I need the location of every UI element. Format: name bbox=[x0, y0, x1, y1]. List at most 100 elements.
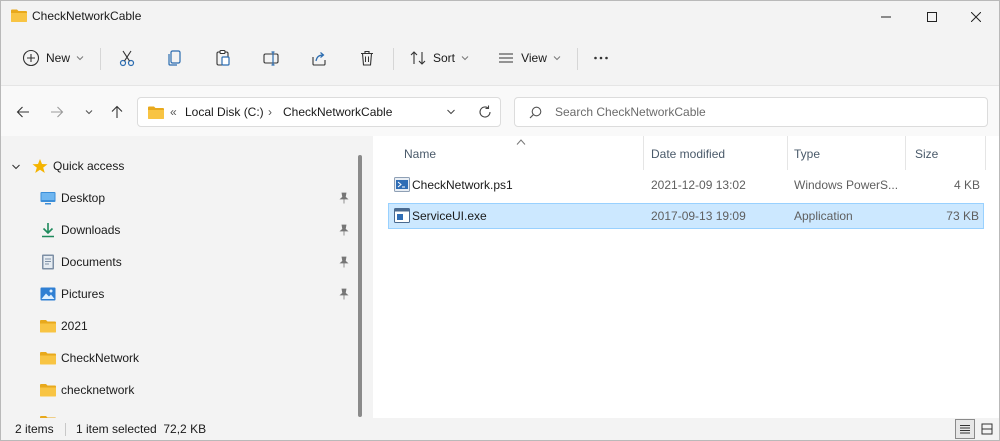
search-box[interactable]: Search CheckNetworkCable bbox=[514, 97, 988, 127]
download-icon bbox=[42, 223, 54, 238]
column-header-label: Date modified bbox=[651, 147, 726, 161]
folder-icon bbox=[40, 320, 56, 333]
pin-icon[interactable] bbox=[338, 192, 350, 204]
table-row[interactable]: CheckNetwork.ps1 2021-12-09 13:02 Window… bbox=[388, 172, 984, 198]
explorer-window: CheckNetworkCable New Sort View « Local … bbox=[0, 0, 1000, 441]
toolbar-separator bbox=[577, 48, 578, 70]
sidebar-item-label: Documents bbox=[61, 255, 122, 269]
tiles-view-button[interactable] bbox=[977, 419, 997, 439]
status-bar: 2 items 1 item selected 72,2 KB bbox=[1, 418, 999, 440]
new-button[interactable]: New bbox=[15, 44, 91, 72]
share-button[interactable] bbox=[307, 44, 331, 72]
item-count: 2 items bbox=[15, 422, 54, 436]
status-separator bbox=[65, 423, 66, 436]
column-header-size[interactable]: Size bbox=[915, 136, 986, 170]
sidebar-item-label: Quick access bbox=[53, 159, 125, 173]
sidebar-item-label: Desktop bbox=[61, 191, 106, 205]
clipboard-icon bbox=[216, 49, 230, 66]
recent-locations-button[interactable] bbox=[79, 102, 99, 122]
sidebar-item-documents[interactable]: Documents bbox=[1, 246, 357, 278]
column-header-label: Size bbox=[915, 147, 939, 161]
more-dots-icon bbox=[594, 56, 608, 60]
minimize-icon bbox=[881, 16, 891, 17]
file-type: Windows PowerS... bbox=[794, 178, 899, 192]
file-name: ServiceUI.exe bbox=[412, 209, 487, 223]
details-view-button[interactable] bbox=[955, 419, 975, 439]
view-button[interactable]: View bbox=[494, 44, 564, 72]
file-date: 2017-09-13 19:09 bbox=[651, 209, 746, 223]
delete-button[interactable] bbox=[355, 44, 379, 72]
folder-icon bbox=[148, 106, 164, 119]
file-size: 73 KB bbox=[946, 209, 979, 223]
pin-icon[interactable] bbox=[338, 256, 350, 268]
chevron-down-icon[interactable] bbox=[446, 107, 456, 117]
trash-icon bbox=[361, 50, 373, 66]
chevron-down-icon bbox=[553, 56, 561, 61]
up-button[interactable] bbox=[107, 102, 127, 122]
rename-icon bbox=[263, 51, 279, 66]
more-options-button[interactable] bbox=[589, 44, 613, 72]
file-size: 4 KB bbox=[953, 178, 980, 192]
file-type: Application bbox=[794, 209, 853, 223]
sidebar-scrollbar[interactable] bbox=[358, 155, 362, 417]
sidebar-item-label: Downloads bbox=[61, 223, 121, 237]
sidebar-item-pictures[interactable]: Pictures bbox=[1, 278, 357, 310]
cut-button[interactable] bbox=[115, 44, 139, 72]
arrow-left-icon bbox=[16, 106, 29, 118]
desktop-icon bbox=[40, 192, 56, 205]
breadcrumb-checknetworkcable[interactable]: CheckNetworkCable bbox=[283, 105, 392, 119]
plus-circle-icon bbox=[22, 49, 40, 67]
breadcrumb-overflow[interactable]: « bbox=[170, 105, 177, 119]
file-list: Name Date modified Type Size CheckNetwor… bbox=[373, 136, 999, 418]
rename-button[interactable] bbox=[259, 44, 283, 72]
breadcrumb-local-disk[interactable]: Local Disk (C:) bbox=[185, 105, 264, 119]
close-button[interactable] bbox=[953, 1, 999, 32]
forward-button[interactable] bbox=[47, 102, 67, 122]
pin-icon[interactable] bbox=[338, 288, 350, 300]
sidebar-item-desktop[interactable]: Desktop bbox=[1, 182, 357, 214]
copy-button[interactable] bbox=[163, 44, 187, 72]
folder-icon bbox=[11, 9, 27, 22]
share-icon bbox=[312, 52, 326, 66]
address-bar[interactable]: « Local Disk (C:) › CheckNetworkCable bbox=[137, 97, 501, 127]
sidebar-item-quick-access[interactable]: Quick access bbox=[1, 150, 357, 182]
toolbar-separator bbox=[393, 48, 394, 70]
column-header-date-modified[interactable]: Date modified bbox=[651, 136, 788, 170]
folder-icon bbox=[40, 384, 56, 397]
column-header-name[interactable]: Name bbox=[404, 136, 644, 170]
column-header-type[interactable]: Type bbox=[794, 136, 906, 170]
column-header-label: Type bbox=[794, 147, 821, 161]
new-label: New bbox=[45, 51, 70, 65]
chevron-down-icon[interactable] bbox=[11, 162, 21, 172]
arrow-right-icon bbox=[51, 106, 64, 118]
view-label: View bbox=[521, 51, 547, 65]
maximize-button[interactable] bbox=[909, 1, 955, 32]
pin-icon[interactable] bbox=[338, 224, 350, 236]
sidebar-item-label: checknetwork bbox=[61, 383, 135, 397]
sidebar-item-checknetwork-lower[interactable]: checknetwork bbox=[1, 374, 357, 406]
sort-button[interactable]: Sort bbox=[406, 44, 472, 72]
back-button[interactable] bbox=[13, 102, 33, 122]
table-row-selected[interactable]: ServiceUI.exe 2017-09-13 19:09 Applicati… bbox=[388, 203, 984, 229]
folder-icon bbox=[40, 352, 56, 365]
sidebar-item-partial[interactable] bbox=[1, 406, 357, 418]
search-placeholder: Search CheckNetworkCable bbox=[555, 105, 706, 119]
sidebar-item-label: 2021 bbox=[61, 319, 88, 333]
selection-info: 1 item selected 72,2 KB bbox=[76, 422, 207, 436]
sidebar-item-checknetwork[interactable]: CheckNetwork bbox=[1, 342, 357, 374]
sidebar-item-2021[interactable]: 2021 bbox=[1, 310, 357, 342]
star-icon bbox=[32, 159, 48, 173]
paste-button[interactable] bbox=[211, 44, 235, 72]
view-list-icon bbox=[499, 53, 514, 63]
chevron-down-icon bbox=[461, 56, 469, 61]
command-bar: New Sort View bbox=[1, 32, 999, 86]
breadcrumb-separator[interactable]: › bbox=[268, 105, 272, 119]
refresh-icon[interactable] bbox=[478, 105, 492, 119]
sidebar-item-downloads[interactable]: Downloads bbox=[1, 214, 357, 246]
minimize-button[interactable] bbox=[863, 1, 909, 32]
sort-label: Sort bbox=[432, 51, 455, 65]
file-name: CheckNetwork.ps1 bbox=[412, 178, 513, 192]
file-date: 2021-12-09 13:02 bbox=[651, 178, 746, 192]
details-view-icon bbox=[960, 425, 970, 434]
tiles-view-icon bbox=[981, 423, 993, 435]
